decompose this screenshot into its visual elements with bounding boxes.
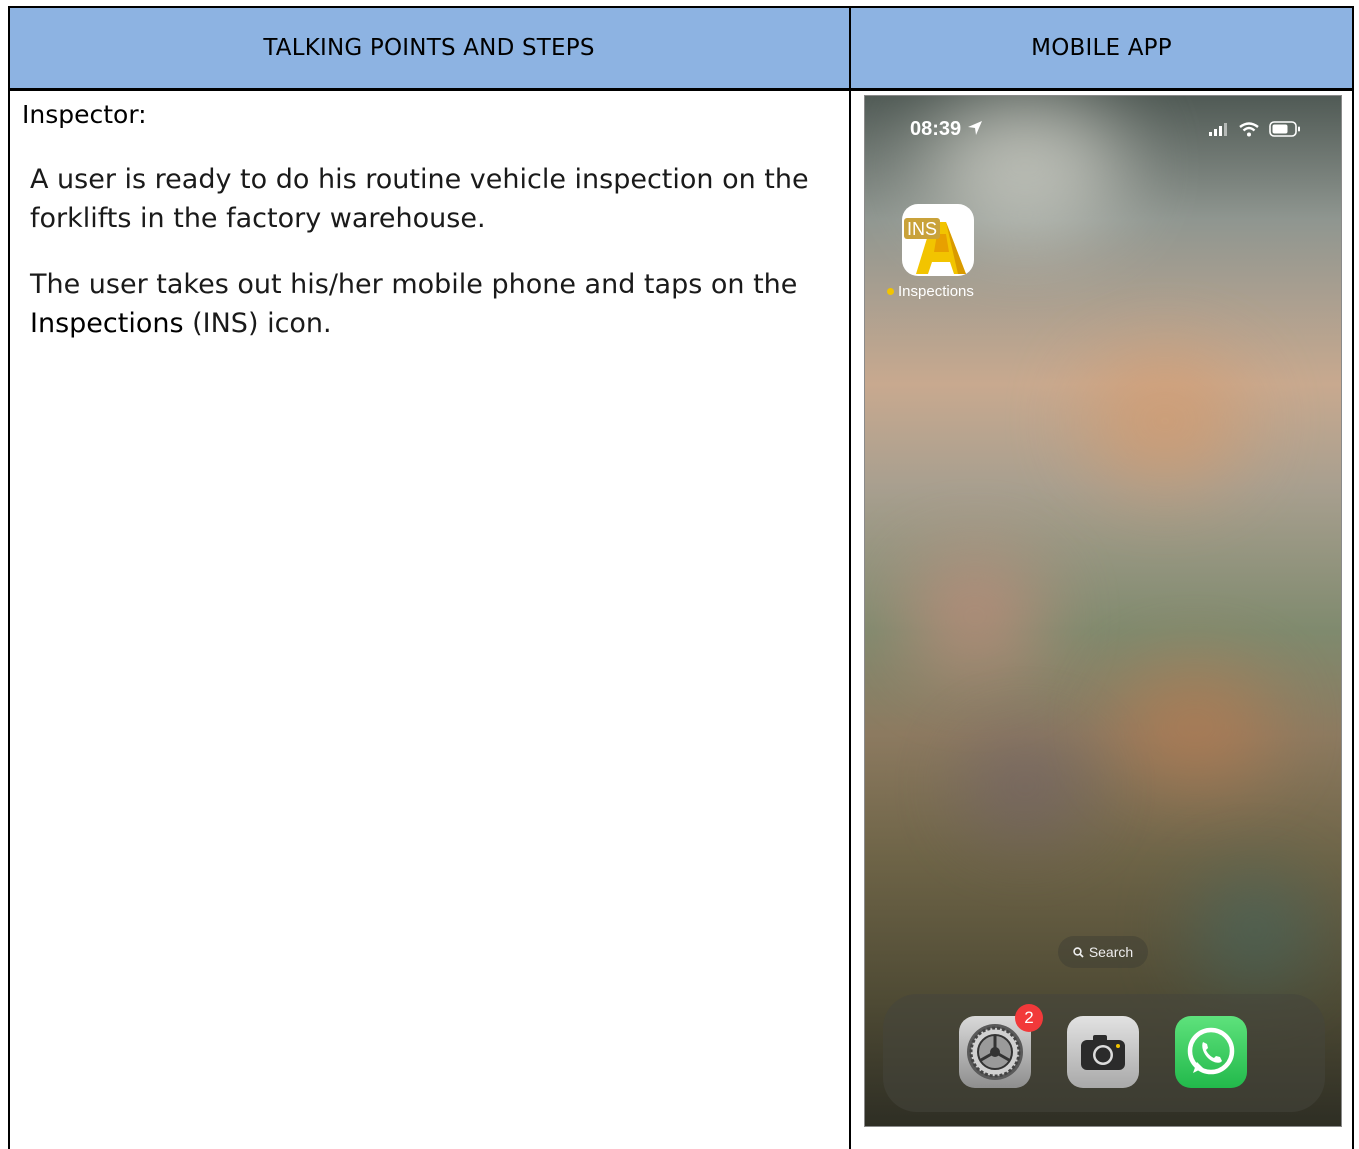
app-badge-text: INS [907, 219, 937, 239]
wallpaper-blur [965, 736, 1085, 836]
whatsapp-app-icon[interactable] [1175, 1016, 1247, 1088]
battery-icon [1269, 121, 1300, 137]
instruction-text-start: The user takes out his/her mobile phone … [30, 269, 798, 300]
status-bar-icons [1209, 121, 1301, 137]
wifi-icon [1239, 121, 1259, 136]
wallpaper-blur [1195, 876, 1315, 986]
phone-home-screen: 08:39 INS Inspections Search 2 [864, 95, 1342, 1127]
settings-app-icon[interactable]: 2 [959, 1004, 1043, 1088]
scenario-paragraph: A user is ready to do his routine vehicl… [30, 164, 809, 234]
header-mobile-app: MOBILE APP [850, 7, 1353, 88]
role-heading: Inspector: [22, 100, 147, 129]
search-label: Search [1088, 944, 1134, 960]
table-header-divider [8, 88, 1354, 91]
table-border-left [8, 6, 10, 1149]
camera-icon [1081, 1035, 1125, 1070]
status-bar-time: 08:39 [910, 118, 983, 141]
wallpaper-blur [905, 556, 1045, 676]
inspections-logo-icon: INS [904, 218, 966, 274]
status-time-text: 08:39 [910, 118, 962, 140]
inspections-app-icon[interactable]: INS [902, 204, 974, 276]
wallpaper-blur [1085, 356, 1245, 486]
header-mobile-app-label: MOBILE APP [1031, 34, 1172, 61]
instruction-app-name: Inspections [30, 308, 184, 339]
table-border-right [1352, 6, 1354, 1149]
header-talking-points-label: TALKING POINTS AND STEPS [263, 34, 595, 61]
notification-badge: 2 [1015, 1004, 1043, 1032]
home-search-button[interactable]: Search [1058, 936, 1148, 968]
instruction-paragraph: The user takes out his/her mobile phone … [30, 265, 830, 343]
inspections-app-name: Inspections [898, 283, 974, 300]
table-column-divider [849, 6, 851, 1149]
inspections-app-label[interactable]: Inspections [887, 283, 974, 300]
header-talking-points: TALKING POINTS AND STEPS [8, 7, 850, 88]
wallpaper-blur [1115, 666, 1275, 786]
whatsapp-phone-icon [1187, 1027, 1235, 1075]
app-dock: 2 [883, 994, 1325, 1112]
notification-badge-count: 2 [1024, 1008, 1034, 1027]
instruction-text-end: (INS) icon. [183, 308, 332, 339]
search-icon [1073, 946, 1084, 958]
cellular-signal-icon [1209, 123, 1227, 136]
table-border-top [8, 6, 1354, 8]
new-app-dot [887, 288, 894, 295]
two-column-table: TALKING POINTS AND STEPS MOBILE APP Insp… [0, 0, 1359, 1149]
camera-app-icon[interactable] [1067, 1016, 1139, 1088]
location-arrow-icon [967, 121, 982, 135]
